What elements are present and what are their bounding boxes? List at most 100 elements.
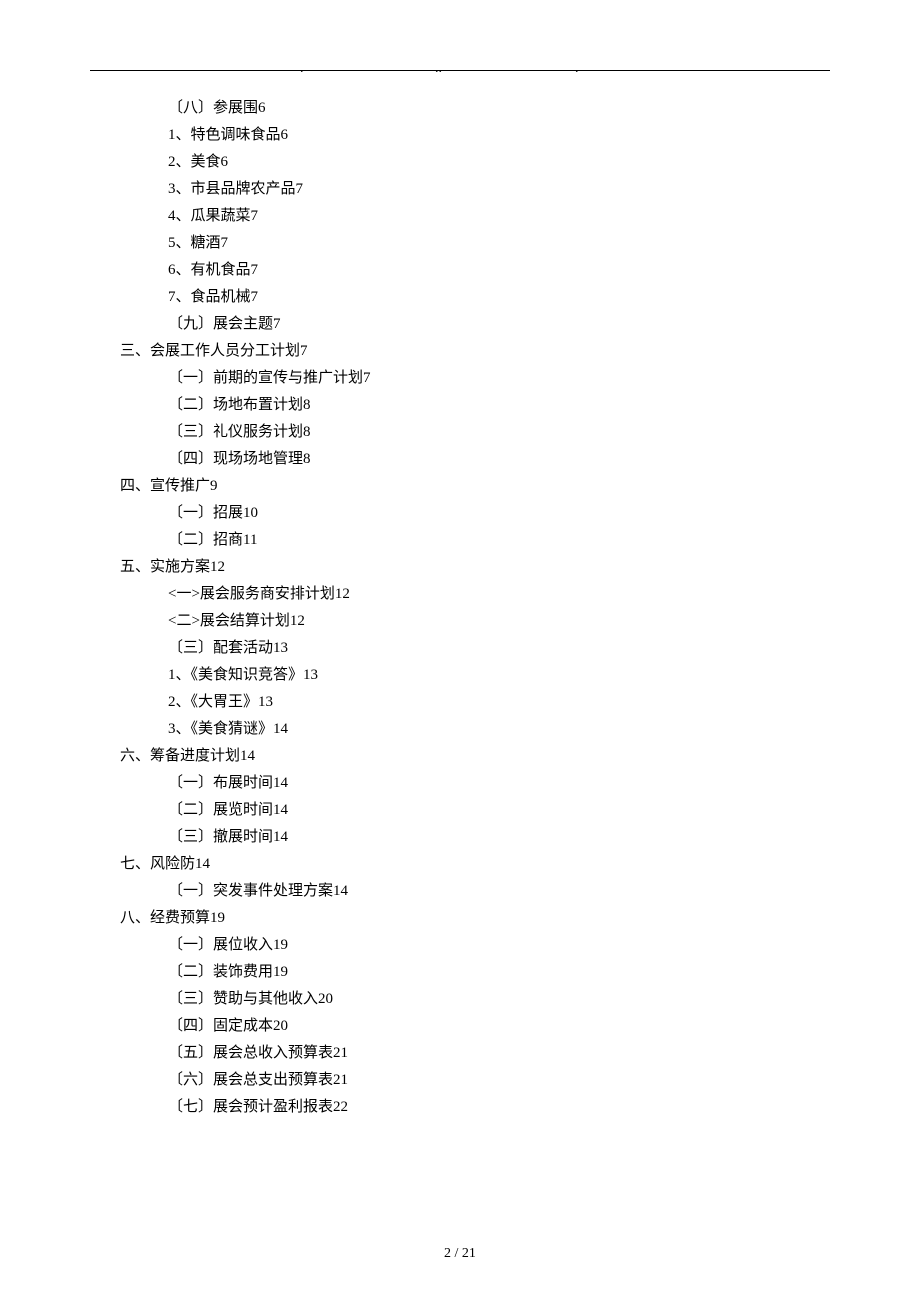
toc-entry-page: 20 bbox=[273, 1018, 288, 1034]
toc-entry-page: 7 bbox=[273, 316, 281, 332]
toc-entry: 2、美食6 bbox=[120, 149, 830, 176]
toc-entry-text: 〔一〕招展 bbox=[168, 505, 243, 521]
toc-entry-page: 21 bbox=[333, 1045, 348, 1061]
toc-entry-text: 〔一〕突发事件处理方案 bbox=[168, 883, 333, 899]
toc-entry-text: 1、特色调味食品 bbox=[168, 127, 281, 143]
toc-entry-text: 五、实施方案 bbox=[120, 559, 210, 575]
toc-entry-page: 13 bbox=[258, 694, 273, 710]
toc-entry: 八、经费预算19 bbox=[120, 905, 830, 932]
toc-entry: 〔八〕参展围6 bbox=[120, 95, 830, 122]
toc-entry-page: 7 bbox=[300, 343, 308, 359]
toc-entry-page: 12 bbox=[210, 559, 225, 575]
toc-entry: 2、《大胃王》13 bbox=[120, 689, 830, 716]
header-rule: ... bbox=[90, 70, 830, 71]
toc-entry-page: 8 bbox=[303, 397, 311, 413]
toc-entry-text: 2、美食 bbox=[168, 154, 221, 170]
toc-entry: 〔七〕展会预计盈利报表22 bbox=[120, 1094, 830, 1121]
toc-entry-page: 14 bbox=[273, 775, 288, 791]
toc-entry-text: 〔三〕配套活动 bbox=[168, 640, 273, 656]
toc-entry: 四、宣传推广9 bbox=[120, 473, 830, 500]
toc-entry: 〔一〕前期的宣传与推广计划7 bbox=[120, 365, 830, 392]
toc-entry-page: 12 bbox=[290, 613, 305, 629]
toc-entry: 〔二〕招商11 bbox=[120, 527, 830, 554]
toc-entry-page: 7 bbox=[251, 289, 259, 305]
toc-entry-text: 七、风险防 bbox=[120, 856, 195, 872]
toc-entry: 1、《美食知识竞答》13 bbox=[120, 662, 830, 689]
toc-entry-page: 13 bbox=[273, 640, 288, 656]
toc-entry-text: 〔九〕展会主题 bbox=[168, 316, 273, 332]
toc-entry: 七、风险防14 bbox=[120, 851, 830, 878]
toc-entry: <一>展会服务商安排计划12 bbox=[120, 581, 830, 608]
toc-entry: 〔五〕展会总收入预算表21 bbox=[120, 1040, 830, 1067]
toc-entry: 7、食品机械7 bbox=[120, 284, 830, 311]
toc-entry-text: 3、市县品牌农产品 bbox=[168, 181, 296, 197]
toc-entry-page: 19 bbox=[210, 910, 225, 926]
toc-entry-page: 12 bbox=[335, 586, 350, 602]
toc-entry-text: 〔二〕装饰费用 bbox=[168, 964, 273, 980]
page-footer: 2 / 21 bbox=[0, 1246, 920, 1262]
toc-entry-page: 21 bbox=[333, 1072, 348, 1088]
page-number: 2 / 21 bbox=[444, 1246, 476, 1261]
toc-entry-page: 7 bbox=[296, 181, 304, 197]
toc-entry: 5、糖酒7 bbox=[120, 230, 830, 257]
toc-entry-page: 14 bbox=[273, 829, 288, 845]
toc-entry-page: 14 bbox=[195, 856, 210, 872]
toc-entry-text: 〔一〕布展时间 bbox=[168, 775, 273, 791]
toc-entry-page: 14 bbox=[273, 802, 288, 818]
toc-entry: 〔一〕布展时间14 bbox=[120, 770, 830, 797]
toc-entry-page: 22 bbox=[333, 1099, 348, 1115]
toc-entry-page: 7 bbox=[221, 235, 229, 251]
toc-entry: 6、有机食品7 bbox=[120, 257, 830, 284]
toc-entry-page: 6 bbox=[258, 100, 266, 116]
toc-entry-text: 4、瓜果蔬菜 bbox=[168, 208, 251, 224]
toc-entry-text: 〔四〕现场场地管理 bbox=[168, 451, 303, 467]
toc-entry-page: 14 bbox=[273, 721, 288, 737]
toc-entry-page: 14 bbox=[333, 883, 348, 899]
toc-entry: 〔六〕展会总支出预算表21 bbox=[120, 1067, 830, 1094]
table-of-contents: 〔八〕参展围61、特色调味食品62、美食63、市县品牌农产品74、瓜果蔬菜75、… bbox=[120, 95, 830, 1121]
toc-entry: 〔二〕装饰费用19 bbox=[120, 959, 830, 986]
toc-entry: 〔一〕展位收入19 bbox=[120, 932, 830, 959]
toc-entry-text: 〔二〕场地布置计划 bbox=[168, 397, 303, 413]
toc-entry-text: 三、会展工作人员分工计划 bbox=[120, 343, 300, 359]
toc-entry-page: 8 bbox=[303, 424, 311, 440]
toc-entry-text: 6、有机食品 bbox=[168, 262, 251, 278]
toc-entry-text: 〔二〕展览时间 bbox=[168, 802, 273, 818]
toc-entry-page: 7 bbox=[251, 262, 259, 278]
toc-entry-page: 13 bbox=[303, 667, 318, 683]
toc-entry-text: 〔二〕招商 bbox=[168, 532, 243, 548]
toc-entry-text: 〔六〕展会总支出预算表 bbox=[168, 1072, 333, 1088]
toc-entry: 〔一〕招展10 bbox=[120, 500, 830, 527]
toc-entry-page: 9 bbox=[210, 478, 218, 494]
toc-entry-page: 20 bbox=[318, 991, 333, 1007]
toc-entry: 六、筹备进度计划14 bbox=[120, 743, 830, 770]
toc-entry: 〔三〕赞助与其他收入20 bbox=[120, 986, 830, 1013]
toc-entry-page: 8 bbox=[303, 451, 311, 467]
toc-entry: 4、瓜果蔬菜7 bbox=[120, 203, 830, 230]
toc-entry: 〔四〕固定成本20 bbox=[120, 1013, 830, 1040]
toc-entry: 五、实施方案12 bbox=[120, 554, 830, 581]
toc-entry-page: 19 bbox=[273, 937, 288, 953]
toc-entry-page: 6 bbox=[221, 154, 229, 170]
toc-entry: 3、市县品牌农产品7 bbox=[120, 176, 830, 203]
toc-entry: 1、特色调味食品6 bbox=[120, 122, 830, 149]
toc-entry: 〔四〕现场场地管理8 bbox=[120, 446, 830, 473]
toc-entry-page: 19 bbox=[273, 964, 288, 980]
toc-entry-text: 〔一〕前期的宣传与推广计划 bbox=[168, 370, 363, 386]
document-page: ... 〔八〕参展围61、特色调味食品62、美食63、市县品牌农产品74、瓜果蔬… bbox=[0, 0, 920, 1302]
toc-entry-text: 1、《美食知识竞答》 bbox=[168, 667, 303, 683]
toc-entry-text: 〔七〕展会预计盈利报表 bbox=[168, 1099, 333, 1115]
toc-entry-text: 〔三〕撤展时间 bbox=[168, 829, 273, 845]
toc-entry-text: 四、宣传推广 bbox=[120, 478, 210, 494]
toc-entry-text: 〔八〕参展围 bbox=[168, 100, 258, 116]
toc-entry-text: 〔三〕礼仪服务计划 bbox=[168, 424, 303, 440]
toc-entry-text: 〔五〕展会总收入预算表 bbox=[168, 1045, 333, 1061]
toc-entry: 3、《美食猜谜》14 bbox=[120, 716, 830, 743]
toc-entry-page: 7 bbox=[251, 208, 259, 224]
toc-entry: 〔九〕展会主题7 bbox=[120, 311, 830, 338]
toc-entry-page: 7 bbox=[363, 370, 371, 386]
toc-entry-text: 六、筹备进度计划 bbox=[120, 748, 240, 764]
toc-entry-text: 八、经费预算 bbox=[120, 910, 210, 926]
toc-entry: 〔二〕展览时间14 bbox=[120, 797, 830, 824]
toc-entry-text: 3、《美食猜谜》 bbox=[168, 721, 273, 737]
